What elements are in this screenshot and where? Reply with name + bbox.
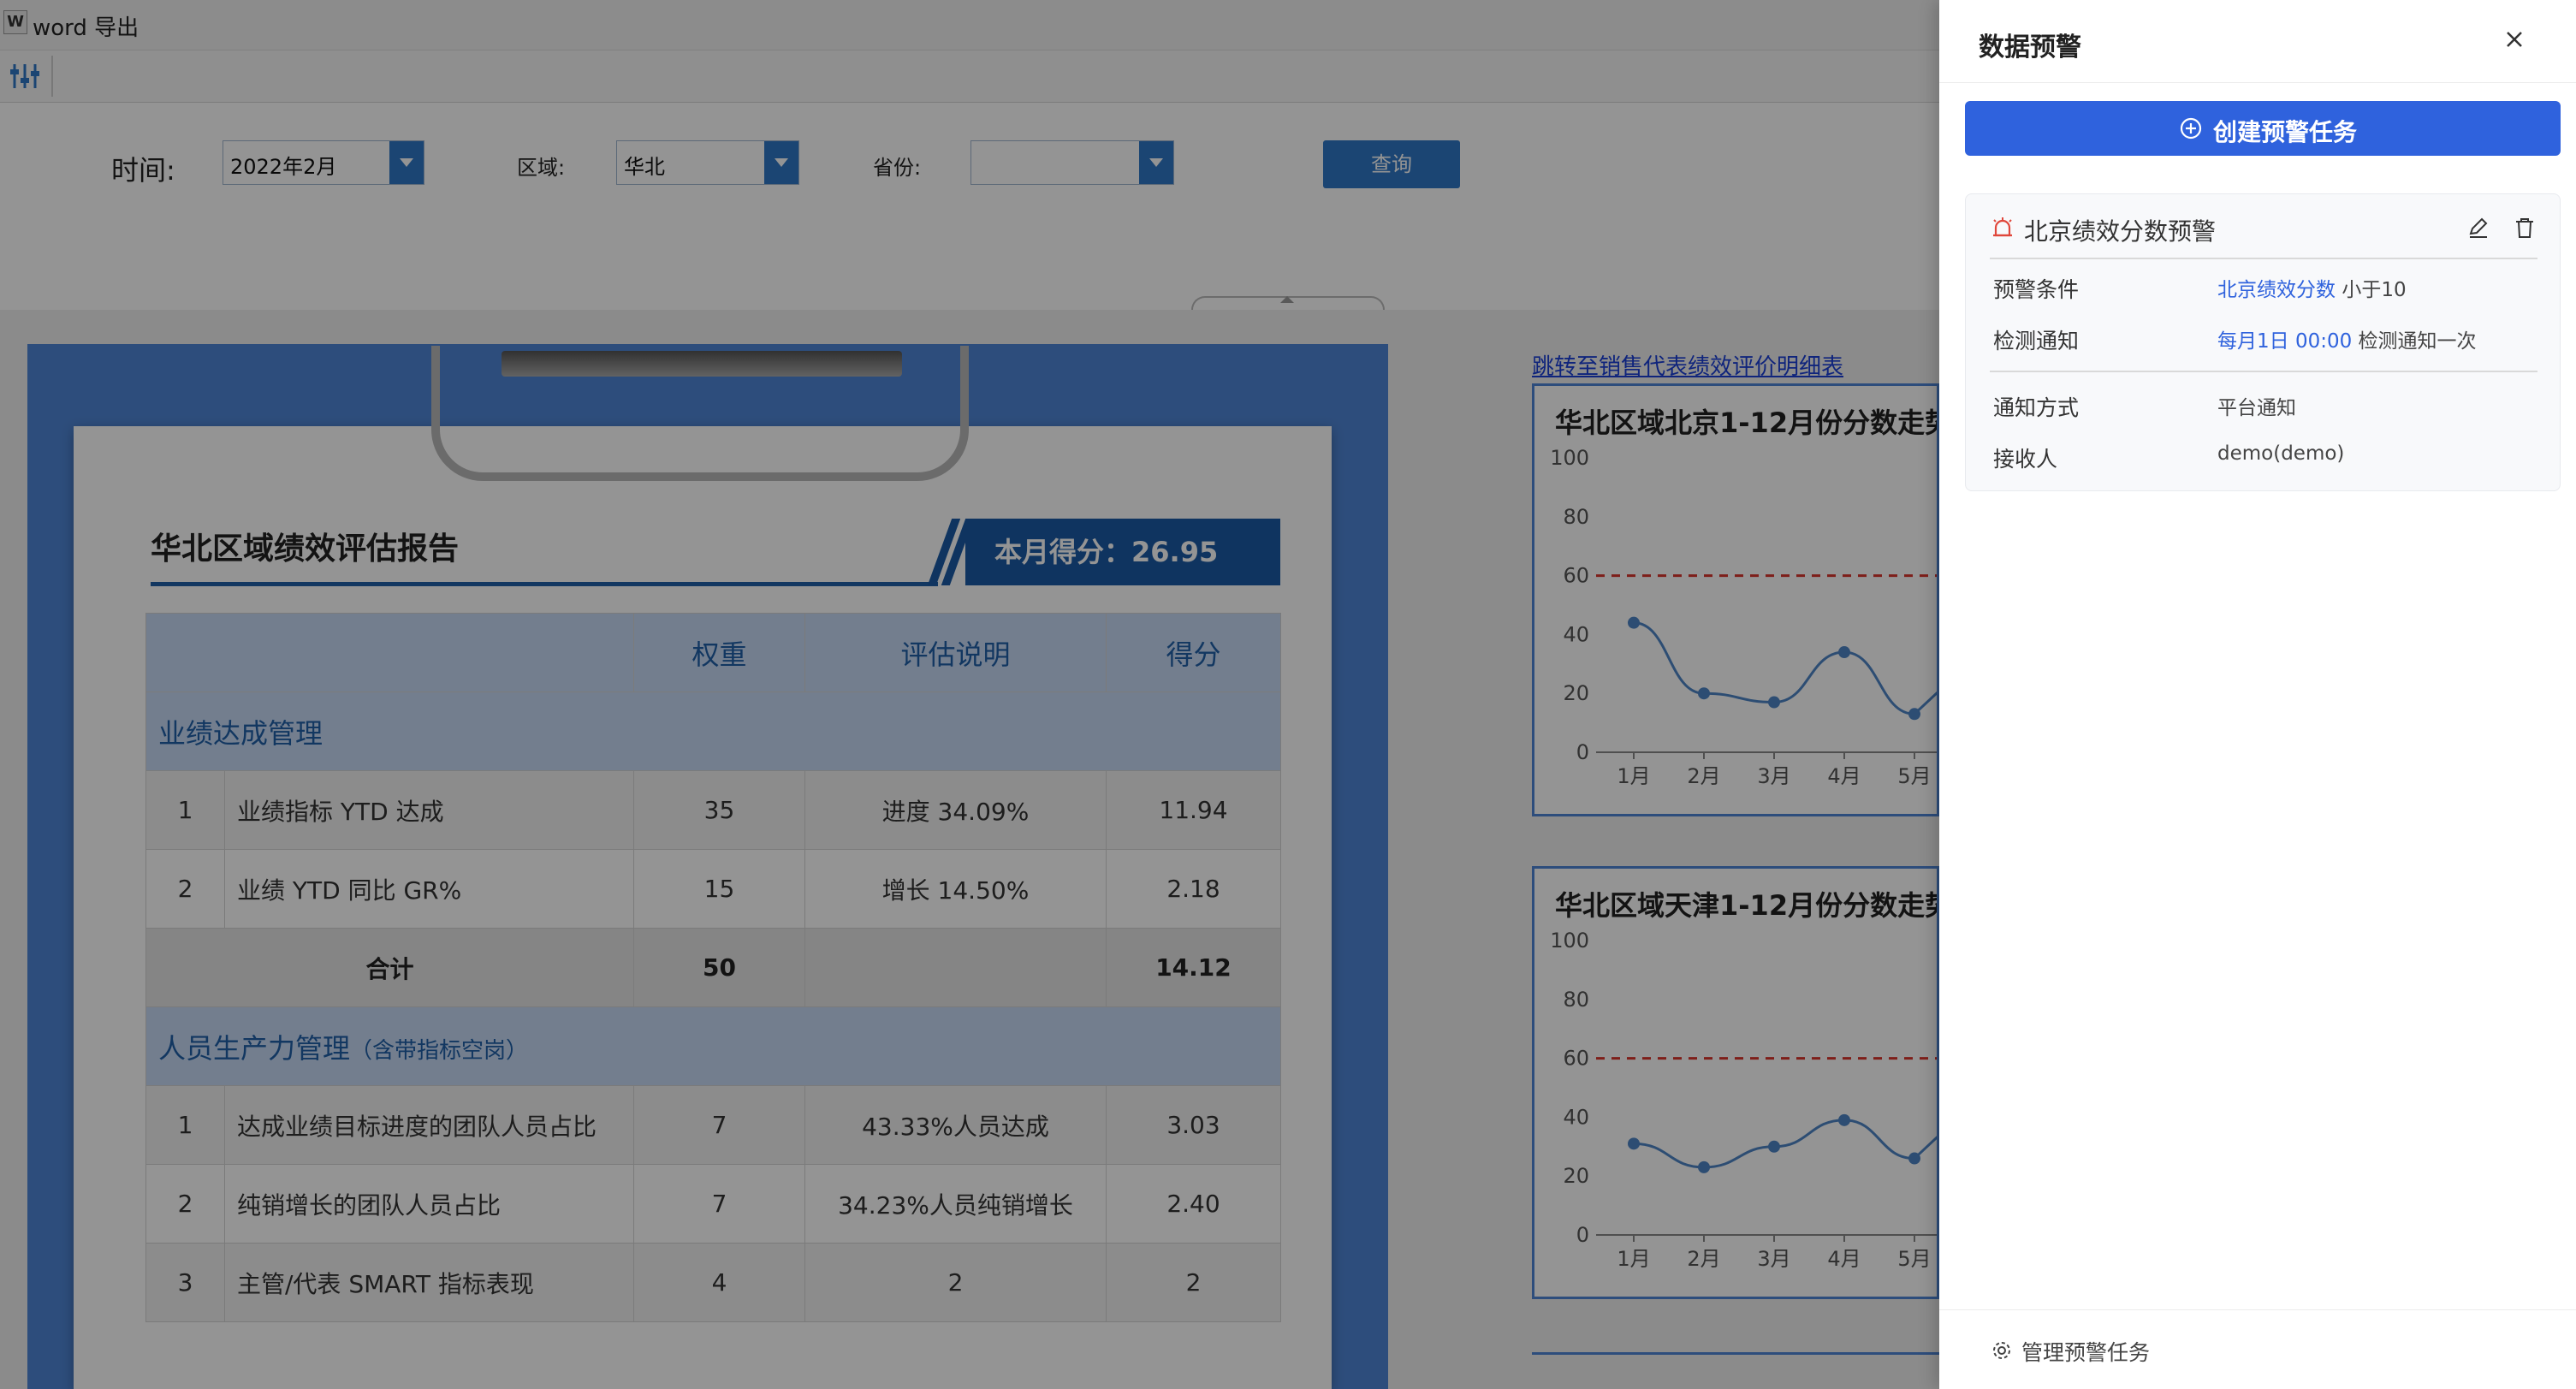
notify-value: 平台通知 — [2217, 397, 2296, 419]
manage-label: 管理预警任务 — [2021, 1340, 2151, 1365]
condition-value: 北京绩效分数 小于10 — [2217, 273, 2407, 302]
drawer-header: 数据预警 — [1939, 0, 2576, 83]
alarm-icon — [1993, 217, 2012, 237]
check-value: 每月1日 00:00 检测通知一次 — [2217, 324, 2477, 353]
check-time: 每月1日 00:00 — [2217, 330, 2353, 353]
close-icon[interactable] — [2499, 24, 2530, 55]
drawer-title: 数据预警 — [1979, 33, 2081, 62]
delete-icon[interactable] — [2512, 215, 2537, 240]
check-label: 检测通知 — [1993, 329, 2080, 353]
alert-task-name: 北京绩效分数预警 — [2024, 217, 2217, 246]
receiver-label: 接收人 — [1993, 447, 2058, 472]
notify-label: 通知方式 — [1993, 395, 2080, 420]
drawer-footer: 管理预警任务 — [1939, 1309, 2576, 1389]
data-alert-drawer: 数据预警 创建预警任务 北京绩效分数预警 预警条件 北京绩效分数 小于10 检测… — [1939, 0, 2576, 1389]
plus-circle-icon — [2180, 117, 2202, 139]
receiver-value: demo(demo) — [2217, 442, 2345, 465]
edit-icon[interactable] — [2466, 215, 2491, 240]
modal-overlay[interactable] — [0, 0, 1939, 1389]
create-alert-task-button[interactable]: 创建预警任务 — [1965, 101, 2561, 156]
gear-icon — [1993, 1342, 2010, 1359]
condition-rest: 小于10 — [2342, 279, 2407, 301]
condition-label: 预警条件 — [1993, 277, 2080, 302]
condition-field: 北京绩效分数 — [2217, 279, 2336, 301]
app-window: W word 导出 时间: 2022年2月 区域: 华北 省份: 查询 华北区域… — [0, 0, 2576, 1389]
alert-task-card: 北京绩效分数预警 预警条件 北京绩效分数 小于10 检测通知 每月1日 00:0… — [1965, 193, 2561, 491]
card-divider — [1990, 371, 2537, 372]
manage-alert-tasks-link[interactable]: 管理预警任务 — [1991, 1336, 2179, 1365]
check-rest: 检测通知一次 — [2358, 330, 2477, 353]
create-button-label: 创建预警任务 — [2213, 118, 2358, 146]
card-header: 北京绩效分数预警 — [1990, 210, 2537, 259]
